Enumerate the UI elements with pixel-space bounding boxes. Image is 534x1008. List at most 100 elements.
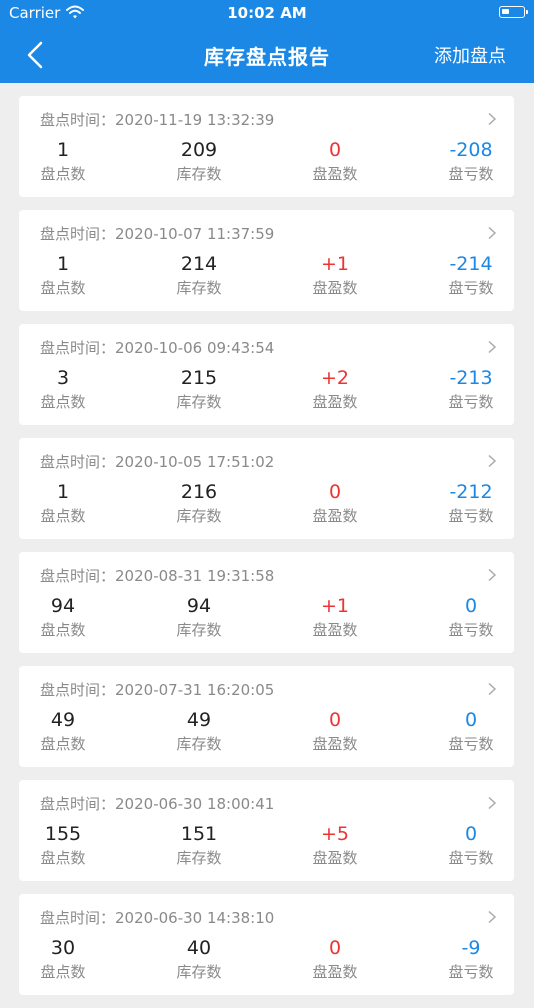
report-card[interactable]: 盘点时间：2020-11-19 13:32:39 1 盘点数 209 库存数 0…	[19, 96, 514, 197]
status-time: 10:02 AM	[227, 4, 307, 22]
surplus-count-value: 0	[328, 481, 342, 503]
check-count-label: 盘点数	[40, 507, 86, 525]
loss-count: -212 盘亏数	[416, 480, 526, 527]
navigation-bar: Carrier 10:02 AM 库存盘点报告 添加盘点	[0, 0, 534, 83]
stock-count-label: 库存数	[176, 507, 222, 525]
stock-count-value: 209	[180, 139, 218, 161]
stock-count: 216 库存数	[144, 480, 254, 527]
check-count-label: 盘点数	[40, 279, 86, 297]
check-count-label: 盘点数	[40, 963, 86, 981]
check-count-label: 盘点数	[40, 849, 86, 867]
status-bar: Carrier 10:02 AM	[0, 0, 534, 28]
surplus-count-label: 盘盈数	[312, 507, 358, 525]
stock-count-label: 库存数	[176, 849, 222, 867]
report-card[interactable]: 盘点时间：2020-06-30 18:00:41 155 盘点数 151 库存数…	[19, 780, 514, 881]
stock-count-label: 库存数	[176, 963, 222, 981]
stock-count-value: 214	[180, 253, 218, 275]
surplus-count-label: 盘盈数	[312, 279, 358, 297]
surplus-count-value: +2	[320, 367, 349, 389]
report-card[interactable]: 盘点时间：2020-07-31 16:20:05 49 盘点数 49 库存数 0…	[19, 666, 514, 767]
check-time: 盘点时间：2020-10-07 11:37:59	[40, 225, 275, 243]
loss-count-value: 0	[464, 823, 478, 845]
loss-count: 0 盘亏数	[416, 708, 526, 755]
check-time: 盘点时间：2020-07-31 16:20:05	[40, 681, 275, 699]
stock-count-value: 215	[180, 367, 218, 389]
chevron-right-icon	[488, 340, 497, 354]
surplus-count-value: 0	[328, 139, 342, 161]
stock-count: 49 库存数	[144, 708, 254, 755]
stock-count-value: 94	[186, 595, 212, 617]
stock-count-label: 库存数	[176, 279, 222, 297]
stock-count: 151 库存数	[144, 822, 254, 869]
check-time: 盘点时间：2020-10-06 09:43:54	[40, 339, 275, 357]
surplus-count-value: 0	[328, 709, 342, 731]
loss-count-label: 盘亏数	[448, 393, 494, 411]
check-time: 盘点时间：2020-10-05 17:51:02	[40, 453, 275, 471]
stock-count-label: 库存数	[176, 165, 222, 183]
loss-count: -214 盘亏数	[416, 252, 526, 299]
check-count-value: 94	[50, 595, 76, 617]
surplus-count-label: 盘盈数	[312, 849, 358, 867]
loss-count-label: 盘亏数	[448, 963, 494, 981]
surplus-count-value: +1	[320, 253, 349, 275]
stock-count-value: 40	[186, 937, 212, 959]
loss-count-value: -212	[449, 481, 493, 503]
stock-count: 40 库存数	[144, 936, 254, 983]
stock-count-value: 49	[186, 709, 212, 731]
surplus-count-label: 盘盈数	[312, 963, 358, 981]
loss-count-label: 盘亏数	[448, 279, 494, 297]
report-card[interactable]: 盘点时间：2020-08-31 19:31:58 94 盘点数 94 库存数 +…	[19, 552, 514, 653]
report-card[interactable]: 盘点时间：2020-10-07 11:37:59 1 盘点数 214 库存数 +…	[19, 210, 514, 311]
surplus-count-label: 盘盈数	[312, 393, 358, 411]
loss-count-value: -213	[449, 367, 493, 389]
check-time: 盘点时间：2020-06-30 14:38:10	[40, 909, 275, 927]
check-time: 盘点时间：2020-06-30 18:00:41	[40, 795, 275, 813]
check-count: 3 盘点数	[8, 366, 118, 413]
check-count-label: 盘点数	[40, 393, 86, 411]
chevron-right-icon	[488, 682, 497, 696]
loss-count-value: 0	[464, 595, 478, 617]
loss-count-value: 0	[464, 709, 478, 731]
loss-count: -213 盘亏数	[416, 366, 526, 413]
stock-count-label: 库存数	[176, 735, 222, 753]
report-card[interactable]: 盘点时间：2020-10-05 17:51:02 1 盘点数 216 库存数 0…	[19, 438, 514, 539]
loss-count-label: 盘亏数	[448, 165, 494, 183]
check-count-label: 盘点数	[40, 165, 86, 183]
stock-count: 94 库存数	[144, 594, 254, 641]
chevron-right-icon	[488, 112, 497, 126]
check-time: 盘点时间：2020-08-31 19:31:58	[40, 567, 275, 585]
report-card[interactable]: 盘点时间：2020-10-06 09:43:54 3 盘点数 215 库存数 +…	[19, 324, 514, 425]
surplus-count: 0 盘盈数	[280, 138, 390, 185]
report-card[interactable]: 盘点时间：2020-06-30 14:38:10 30 盘点数 40 库存数 0…	[19, 894, 514, 995]
loss-count: 0 盘亏数	[416, 822, 526, 869]
surplus-count: +1 盘盈数	[280, 252, 390, 299]
check-time: 盘点时间：2020-11-19 13:32:39	[40, 111, 275, 129]
surplus-count: +1 盘盈数	[280, 594, 390, 641]
check-count-value: 30	[50, 937, 76, 959]
check-count-value: 49	[50, 709, 76, 731]
stock-count-label: 库存数	[176, 393, 222, 411]
check-count: 155 盘点数	[8, 822, 118, 869]
loss-count-value: -208	[449, 139, 493, 161]
check-count-value: 1	[56, 253, 70, 275]
chevron-right-icon	[488, 568, 497, 582]
check-count-value: 1	[56, 139, 70, 161]
loss-count-value: -9	[461, 937, 481, 959]
chevron-right-icon	[488, 454, 497, 468]
loss-count-label: 盘亏数	[448, 621, 494, 639]
loss-count: -9 盘亏数	[416, 936, 526, 983]
stock-count: 215 库存数	[144, 366, 254, 413]
add-inventory-check-button[interactable]: 添加盘点	[434, 42, 506, 68]
surplus-count: 0 盘盈数	[280, 708, 390, 755]
chevron-right-icon	[488, 796, 497, 810]
loss-count: 0 盘亏数	[416, 594, 526, 641]
stock-count-value: 216	[180, 481, 218, 503]
check-count-label: 盘点数	[40, 621, 86, 639]
surplus-count-label: 盘盈数	[312, 621, 358, 639]
surplus-count: 0 盘盈数	[280, 480, 390, 527]
surplus-count-value: 0	[328, 937, 342, 959]
check-count: 1 盘点数	[8, 480, 118, 527]
chevron-right-icon	[488, 910, 497, 924]
check-count: 1 盘点数	[8, 138, 118, 185]
loss-count-value: -214	[449, 253, 493, 275]
